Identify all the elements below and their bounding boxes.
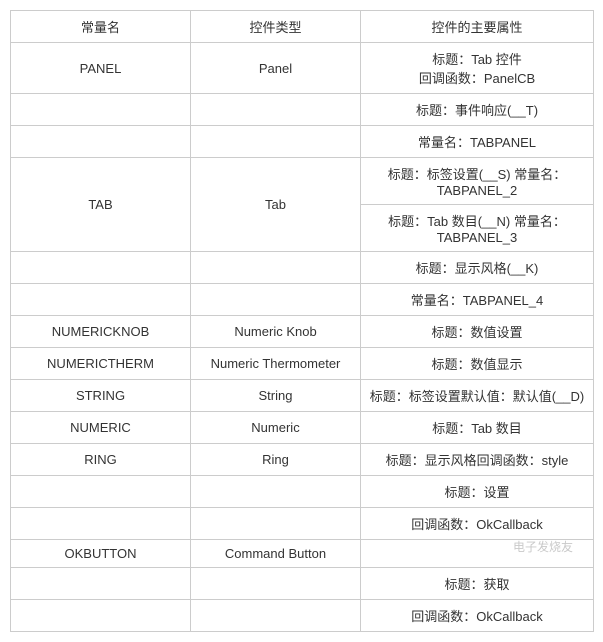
cell-type: [191, 476, 361, 508]
cell-const: RING: [11, 444, 191, 476]
table-row: 标题：设置: [11, 476, 594, 508]
table-row: 标题：获取: [11, 568, 594, 600]
cell-attr: 常量名：TABPANEL_4: [361, 284, 594, 316]
cell-const: PANEL: [11, 43, 191, 94]
header-col1: 常量名: [11, 11, 191, 43]
header-col3: 控件的主要属性: [361, 11, 594, 43]
table-row: OKBUTTON Command Button: [11, 540, 594, 568]
cell-const: TAB: [11, 158, 191, 252]
cell-attr: 标题：Tab 数目: [361, 412, 594, 444]
cell-const: NUMERICKNOB: [11, 316, 191, 348]
cell-attr: 标题：获取: [361, 568, 594, 600]
cell-type: [191, 284, 361, 316]
table-row: NUMERICKNOB Numeric Knob 标题：数值设置: [11, 316, 594, 348]
cell-type: [191, 126, 361, 158]
cell-type: Numeric Thermometer: [191, 348, 361, 380]
cell-attr: 标题：显示风格(__K): [361, 252, 594, 284]
table-row: RING Ring 标题：显示风格回调函数：style: [11, 444, 594, 476]
header-row: 常量名 控件类型 控件的主要属性: [11, 11, 594, 43]
cell-attr: 标题：设置: [361, 476, 594, 508]
header-col2: 控件类型: [191, 11, 361, 43]
cell-attr: 标题：事件响应(__T): [361, 94, 594, 126]
cell-type: Command Button: [191, 540, 361, 568]
table-row: 标题：事件响应(__T): [11, 94, 594, 126]
cell-const: NUMERICTHERM: [11, 348, 191, 380]
cell-type: String: [191, 380, 361, 412]
cell-const: [11, 94, 191, 126]
cell-type: [191, 252, 361, 284]
table-row: 回调函数：OkCallback: [11, 508, 594, 540]
cell-attr: 标题：数值设置: [361, 316, 594, 348]
cell-attr: 回调函数：OkCallback: [361, 600, 594, 632]
cell-type: [191, 600, 361, 632]
table-row: 标题：显示风格(__K): [11, 252, 594, 284]
table-row: 常量名：TABPANEL: [11, 126, 594, 158]
cell-const: [11, 252, 191, 284]
cell-type: [191, 94, 361, 126]
table-row: 回调函数：OkCallback: [11, 600, 594, 632]
cell-const: [11, 476, 191, 508]
cell-const: NUMERIC: [11, 412, 191, 444]
table-row: PANEL Panel 标题：Tab 控件 回调函数：PanelCB: [11, 43, 594, 94]
cell-type: [191, 508, 361, 540]
cell-type: Numeric: [191, 412, 361, 444]
cell-type: Numeric Knob: [191, 316, 361, 348]
cell-attr: 常量名：TABPANEL: [361, 126, 594, 158]
cell-const: [11, 568, 191, 600]
cell-const: OKBUTTON: [11, 540, 191, 568]
cell-const: [11, 600, 191, 632]
cell-const: [11, 284, 191, 316]
cell-attr: 标题：显示风格回调函数：style: [361, 444, 594, 476]
cell-type: Ring: [191, 444, 361, 476]
cell-type: Panel: [191, 43, 361, 94]
cell-attr: 标题：标签设置默认值：默认值(__D): [361, 380, 594, 412]
controls-table: 常量名 控件类型 控件的主要属性 PANEL Panel 标题：Tab 控件 回…: [10, 10, 594, 632]
table-row: TAB Tab 标题：标签设置(__S) 常量名：TABPANEL_2: [11, 158, 594, 205]
cell-const: STRING: [11, 380, 191, 412]
table-row: NUMERICTHERM Numeric Thermometer 标题：数值显示: [11, 348, 594, 380]
cell-type: Tab: [191, 158, 361, 252]
table-row: STRING String 标题：标签设置默认值：默认值(__D): [11, 380, 594, 412]
cell-attr: 标题：数值显示: [361, 348, 594, 380]
cell-const: [11, 126, 191, 158]
table-row: 常量名：TABPANEL_4: [11, 284, 594, 316]
cell-attr: 回调函数：OkCallback: [361, 508, 594, 540]
cell-attr: 标题：Tab 控件 回调函数：PanelCB: [361, 43, 594, 94]
table-row: NUMERIC Numeric 标题：Tab 数目: [11, 412, 594, 444]
cell-attr: [361, 540, 594, 568]
cell-const: [11, 508, 191, 540]
cell-type: [191, 568, 361, 600]
cell-attr: 标题：Tab 数目(__N) 常量名：TABPANEL_3: [361, 205, 594, 252]
cell-attr: 标题：标签设置(__S) 常量名：TABPANEL_2: [361, 158, 594, 205]
